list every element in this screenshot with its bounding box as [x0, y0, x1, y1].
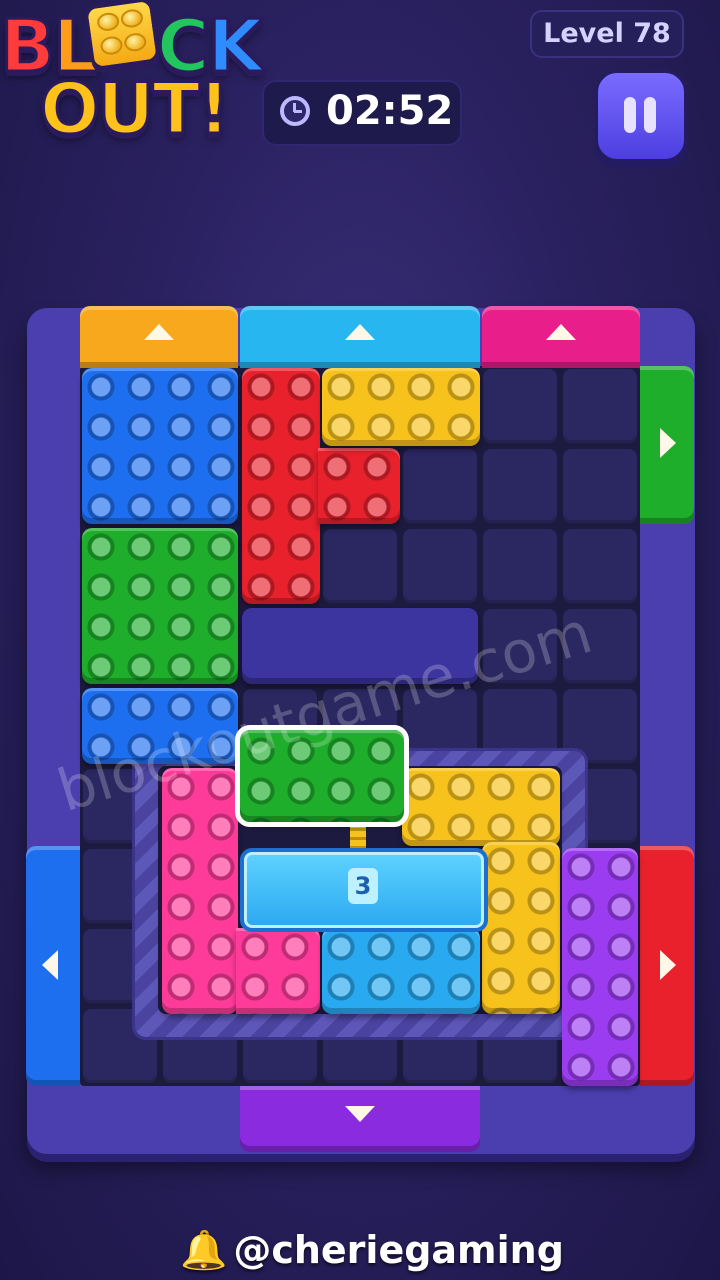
grid-cell [563, 369, 637, 443]
grid-cell [323, 529, 397, 603]
block-blue-large[interactable] [82, 368, 238, 524]
block-cyan[interactable] [322, 928, 480, 1014]
gate-bottom-purple [240, 1086, 480, 1152]
pause-icon [624, 97, 636, 133]
gate-right-red [640, 846, 694, 1086]
grid-cell [403, 449, 477, 523]
arrow-right-icon [660, 950, 676, 980]
block-yellow-top[interactable] [322, 368, 480, 446]
block-yellow-l-leg[interactable] [482, 842, 560, 1014]
arrow-down-icon [345, 1106, 375, 1122]
arrow-left-icon [42, 950, 58, 980]
grid-cell [483, 449, 557, 523]
gate-top-cyan [240, 306, 480, 368]
block-pink-arm[interactable] [236, 928, 320, 1014]
gate-top-yellow [80, 306, 238, 368]
pause-button[interactable] [595, 70, 687, 162]
grid-cell [483, 369, 557, 443]
grid-cell [563, 449, 637, 523]
grid-cell [563, 529, 637, 603]
bell-icon: 🔔 [180, 1228, 228, 1272]
game-logo: BL CK OUT! [0, 0, 270, 152]
gate-top-magenta [482, 306, 640, 368]
block-yellow-l[interactable] [402, 768, 560, 846]
logo-text-out: OUT! [38, 67, 231, 152]
grid-cell [403, 529, 477, 603]
creator-handle: 🔔 @cheriegaming [180, 1228, 580, 1278]
arrow-up-icon [345, 324, 375, 340]
block-pink[interactable] [162, 768, 238, 1014]
block-red-arm[interactable] [318, 448, 400, 524]
block-red[interactable] [242, 368, 320, 604]
level-indicator: Level 78 [530, 10, 684, 58]
handle-text: @cheriegaming [233, 1228, 564, 1272]
key-lock-bar: 3 [240, 848, 488, 932]
clock-icon [280, 96, 310, 126]
gate-right-green [640, 366, 694, 524]
block-purple[interactable] [562, 848, 638, 1086]
key-lock-count: 3 [348, 868, 378, 904]
arrow-up-icon [546, 324, 576, 340]
grid-cell [483, 529, 557, 603]
arrow-right-icon [660, 428, 676, 458]
timer-value: 02:52 [326, 88, 454, 134]
arrow-up-icon [144, 324, 174, 340]
timer: 02:52 [262, 80, 462, 146]
gate-left-blue [26, 846, 80, 1086]
logo-brick-icon [83, 0, 161, 71]
pause-icon-bar [644, 97, 656, 133]
block-green-large[interactable] [82, 528, 238, 684]
